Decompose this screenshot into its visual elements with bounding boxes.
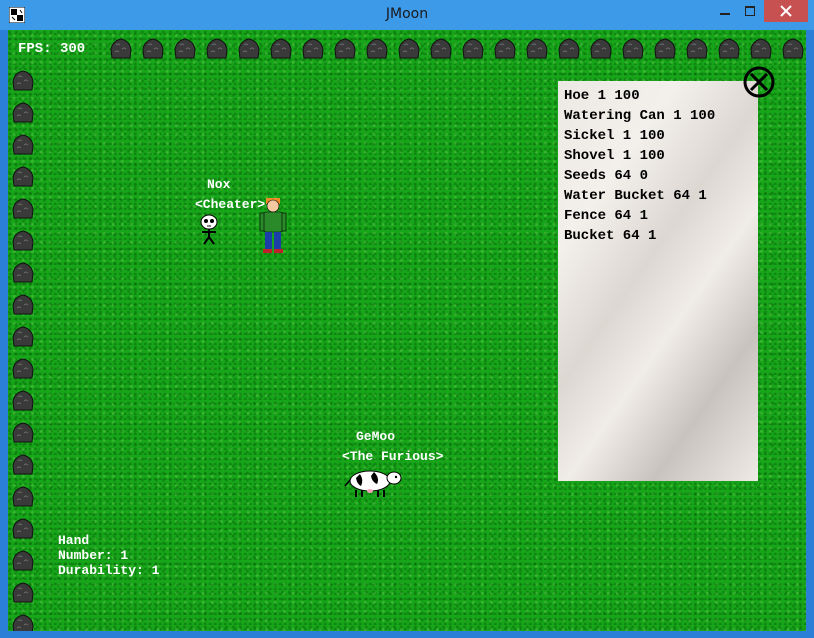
rock-tile [237, 36, 261, 60]
inventory-item[interactable]: Fence 64 1 [564, 208, 648, 224]
rock-tile [173, 36, 197, 60]
maximize-button[interactable] [736, 0, 764, 22]
rock-tile [11, 452, 35, 476]
held-item-name: Hand [58, 533, 90, 548]
rock-tile [11, 516, 35, 540]
rock-tile [781, 36, 805, 60]
rock-tile [525, 36, 549, 60]
player-name: Nox [207, 177, 231, 192]
rock-tile [11, 196, 35, 220]
rock-tile [11, 292, 35, 316]
inventory-item[interactable]: Water Bucket 64 1 [564, 188, 707, 204]
close-icon [780, 5, 792, 17]
inventory-item[interactable]: Sickel 1 100 [564, 128, 665, 144]
inventory-panel[interactable]: Hoe 1 100 Watering Can 1 100 Sickel 1 10… [558, 81, 758, 481]
cow-name: GeMoo [356, 429, 396, 444]
rock-tile [397, 36, 421, 60]
window-titlebar[interactable]: JMoon [0, 0, 814, 30]
rock-tile [749, 36, 773, 60]
rock-tile [717, 36, 741, 60]
rock-tile [11, 100, 35, 124]
maximize-icon [745, 6, 755, 16]
rock-tile [11, 228, 35, 252]
inventory-item[interactable]: Hoe 1 100 [564, 88, 640, 104]
rock-tile [653, 36, 677, 60]
inventory-item[interactable]: Watering Can 1 100 [564, 108, 715, 124]
rock-tile [493, 36, 517, 60]
game-canvas[interactable]: FPS: 300 Hoe 1 100 Watering Can 1 100 Si… [8, 30, 806, 631]
inventory-item[interactable]: Shovel 1 100 [564, 148, 665, 164]
rock-tile [301, 36, 325, 60]
window-bottom-border [0, 631, 814, 638]
rock-tile [141, 36, 165, 60]
rock-tile [11, 164, 35, 188]
cow-title: <The Furious> [342, 449, 444, 464]
rock-tile [11, 260, 35, 284]
rock-tile [11, 420, 35, 444]
rock-tile [11, 324, 35, 348]
rock-tile [205, 36, 229, 60]
cow-sprite[interactable] [342, 466, 402, 498]
rock-tile [11, 388, 35, 412]
rock-tile [589, 36, 613, 60]
farmer-player-sprite[interactable] [258, 196, 288, 254]
rock-tile [11, 68, 35, 92]
rock-tile [621, 36, 645, 60]
fps-counter: FPS: 300 [18, 41, 86, 57]
inventory-item[interactable]: Bucket 64 1 [564, 228, 656, 244]
rock-tile [109, 36, 133, 60]
rock-tile [557, 36, 581, 60]
rock-tile [11, 612, 35, 631]
close-circle-icon[interactable] [743, 66, 775, 98]
rock-tile [11, 484, 35, 508]
rock-tile [333, 36, 357, 60]
rock-tile [461, 36, 485, 60]
minimize-icon [720, 13, 730, 15]
rock-tile [11, 580, 35, 604]
rock-tile [429, 36, 453, 60]
rock-tile [685, 36, 709, 60]
skull-stickman-sprite[interactable] [198, 214, 220, 246]
held-item-durability: Durability: 1 [58, 563, 160, 578]
player-title: <Cheater> [195, 197, 266, 212]
close-button[interactable] [764, 0, 808, 22]
rock-tile [11, 356, 35, 380]
rock-tile [11, 132, 35, 156]
held-item-number: Number: 1 [58, 548, 129, 563]
rock-tile [11, 548, 35, 572]
window-title: JMoon [385, 6, 429, 22]
rock-tile [269, 36, 293, 60]
inventory-item[interactable]: Seeds 64 0 [564, 168, 648, 184]
rock-tile [365, 36, 389, 60]
